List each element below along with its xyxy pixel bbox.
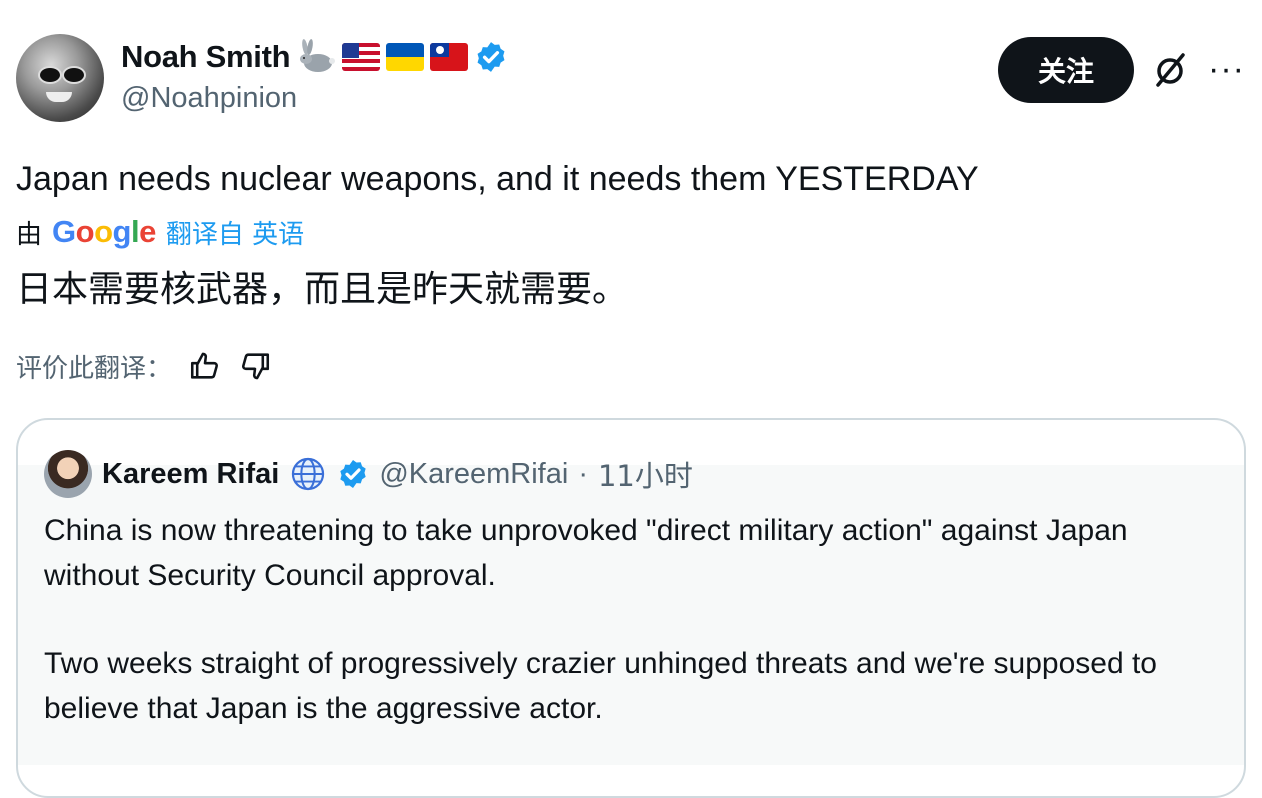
quoted-author-avatar[interactable]: [44, 450, 92, 498]
quoted-timestamp[interactable]: 11小时: [598, 453, 693, 495]
verified-badge-icon[interactable]: [474, 40, 508, 74]
quoted-paragraph-1: China is now threatening to take unprovo…: [44, 514, 1128, 592]
author-handle[interactable]: @Noahpinion: [121, 82, 297, 115]
quoted-tweet-text: China is now threatening to take unprovo…: [44, 508, 1214, 774]
translated-by-prefix: 由: [16, 219, 43, 250]
tweet-text: Japan needs nuclear weapons, and it need…: [16, 160, 979, 198]
avatar-smile: [46, 92, 72, 102]
quoted-author-handle[interactable]: @KareemRifai: [379, 458, 568, 491]
flag-taiwan-icon: [430, 43, 469, 71]
translated-text: 日本需要核武器，而且是昨天就需要。: [16, 269, 629, 310]
follow-button[interactable]: 关注: [998, 37, 1134, 103]
rate-translation-label: 评价此翻译：: [16, 353, 173, 384]
quoted-author-name[interactable]: Kareem Rifai: [102, 458, 279, 491]
translation-attribution: 由 Google 翻译自 英语: [16, 214, 304, 250]
grok-icon[interactable]: [1150, 50, 1190, 90]
rabbit-emoji-icon: [300, 39, 336, 72]
quoted-meta-separator: ·: [578, 457, 588, 490]
google-logo: Google: [52, 214, 156, 249]
author-name-row: Noah Smith: [121, 37, 508, 77]
avatar-glasses-right: [62, 66, 86, 84]
globe-icon: [292, 457, 325, 491]
quoted-paragraph-2: Two weeks straight of progressively craz…: [44, 647, 1157, 725]
rate-translation-row: 评价此翻译：: [16, 346, 272, 386]
flag-united-states-icon: [342, 43, 381, 71]
quoted-tweet-header: Kareem Rifai @KareemRifai · 11小时: [44, 450, 693, 498]
thumbs-down-icon[interactable]: [238, 349, 272, 383]
flag-ukraine-icon: [386, 43, 425, 71]
more-options-icon[interactable]: ···: [1208, 52, 1245, 86]
author-name[interactable]: Noah Smith: [121, 39, 291, 75]
author-avatar[interactable]: [16, 34, 104, 122]
thumbs-up-icon[interactable]: [188, 349, 222, 383]
translate-source-link[interactable]: 翻译自 英语: [166, 214, 304, 251]
avatar-glasses-left: [38, 66, 62, 84]
quoted-verified-badge-icon[interactable]: [337, 458, 369, 490]
